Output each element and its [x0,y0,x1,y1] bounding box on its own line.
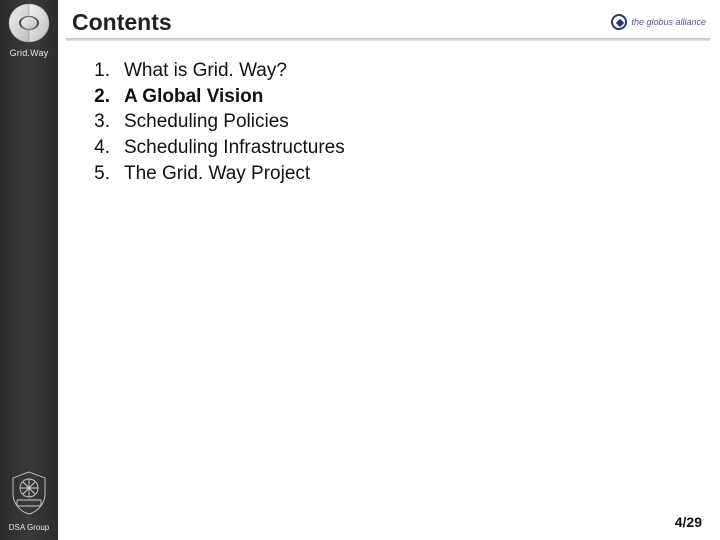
brand-area: the globus alliance [611,14,720,30]
dsa-crest-icon [9,470,49,516]
sidebar-bottom-label: DSA Group [0,523,58,532]
toc-item: 5. The Grid. Way Project [86,161,686,187]
sidebar: Grid.Way DSA Group [0,0,58,540]
toc-item-number: 2. [86,84,110,110]
toc-item-label: The Grid. Way Project [124,161,310,187]
toc-item-label: A Global Vision [124,84,263,110]
toc-item: 1. What is Grid. Way? [86,58,686,84]
toc-item-number: 5. [86,161,110,187]
toc-item: 2. A Global Vision [86,84,686,110]
globus-logo-icon [611,14,627,30]
toc-item: 3. Scheduling Policies [86,109,686,135]
toc-list: 1. What is Grid. Way? 2. A Global Vision 3. S… [86,58,686,186]
toc-item-label: Scheduling Policies [124,109,289,135]
page-number: 4/29 [675,514,702,530]
gridway-logo-icon [4,1,54,45]
toc-item-label: What is Grid. Way? [124,58,287,84]
brand-text: the globus alliance [631,17,706,27]
header-divider [66,38,710,41]
content-area: 1. What is Grid. Way? 2. A Global Vision 3. S… [86,58,686,186]
sidebar-top-label: Grid.Way [0,48,58,58]
toc-item-number: 4. [86,135,110,161]
page-title: Contents [58,9,611,36]
toc-item-number: 1. [86,58,110,84]
slide: Grid.Way DSA Group Contents the globus a… [0,0,720,540]
toc-item: 4. Scheduling Infrastructures [86,135,686,161]
toc-item-number: 3. [86,109,110,135]
toc-item-label: Scheduling Infrastructures [124,135,345,161]
